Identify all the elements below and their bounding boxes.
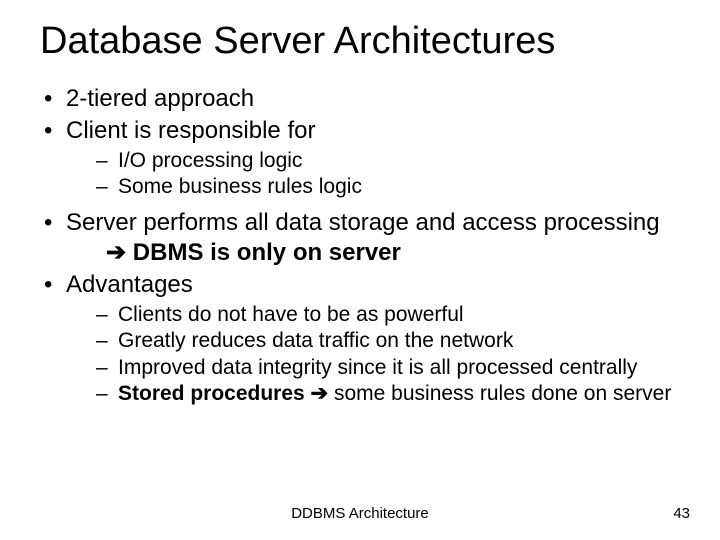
sub-text: some business rules done on server	[334, 382, 671, 405]
footer-center: DDBMS Architecture	[0, 505, 720, 522]
arrow-icon: ➔	[305, 382, 334, 405]
highlight-text: Stored procedures	[118, 382, 305, 405]
bullet-item: Advantages Clients do not have to be as …	[40, 270, 680, 407]
slide-title: Database Server Architectures	[40, 20, 680, 64]
bullet-item: Server performs all data storage and acc…	[40, 208, 680, 268]
highlight-text: DBMS is only on server	[126, 239, 401, 266]
page-number: 43	[673, 505, 690, 522]
bullet-list: 2-tiered approach Client is responsible …	[40, 84, 680, 408]
sub-list: I/O processing logic Some business rules…	[66, 148, 680, 201]
sub-item: Stored procedures ➔ some business rules …	[96, 381, 680, 407]
sub-item: Improved data integrity since it is all …	[96, 355, 680, 381]
arrow-icon: ➔	[106, 239, 126, 266]
bullet-item: 2-tiered approach	[40, 84, 680, 114]
bullet-text: Advantages	[66, 271, 193, 298]
sub-item: I/O processing logic	[96, 148, 680, 174]
sub-list: Clients do not have to be as powerful Gr…	[66, 302, 680, 407]
sub-item: Some business rules logic	[96, 174, 680, 200]
slide: Database Server Architectures 2-tiered a…	[0, 0, 720, 540]
sub-item: Greatly reduces data traffic on the netw…	[96, 328, 680, 354]
bullet-text: Client is responsible for	[66, 117, 315, 144]
sub-item: Clients do not have to be as powerful	[96, 302, 680, 328]
bullet-item: Client is responsible for I/O processing…	[40, 116, 680, 201]
